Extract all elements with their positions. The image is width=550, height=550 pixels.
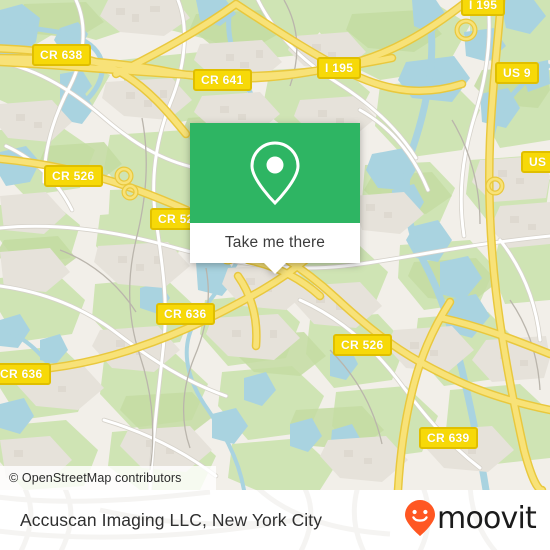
road-shield-label: CR 636 — [164, 307, 207, 321]
road-shield-cr-641: CR 641 — [193, 69, 252, 91]
footer-bar: Accuscan Imaging LLC, New York City moov… — [0, 490, 550, 550]
road-shield-label: CR 638 — [40, 48, 83, 62]
road-shield-us-9: US 9 — [495, 62, 539, 84]
take-me-there-button[interactable]: Take me there — [190, 223, 360, 263]
moovit-wordmark: moovit — [437, 501, 537, 536]
road-shield-label: CR 639 — [427, 431, 470, 445]
road-shield-label: CR 526 — [52, 169, 95, 183]
road-shield-cr-639: CR 639 — [419, 427, 478, 449]
road-shield-label: US 9 — [503, 66, 531, 80]
take-me-there-label: Take me there — [224, 234, 326, 251]
road-shield-cr-636-b: CR 636 — [0, 363, 51, 385]
moovit-map-screenshot: CR 638 CR 641 I 195 I 195 US 9 CR 526 US 9 CR 5… — [0, 0, 550, 550]
moovit-pin-smiley-icon — [404, 499, 436, 542]
road-shield-cr-526-c: CR 526 — [333, 334, 392, 356]
popup-tail — [264, 263, 286, 274]
road-shield-label: CR 636 — [0, 367, 43, 381]
location-popup-card[interactable]: Take me there — [190, 123, 360, 274]
road-shield-cr-526-a: CR 526 — [44, 165, 103, 187]
place-title: Accuscan Imaging LLC, New York City — [20, 509, 323, 530]
road-shield-i-195: I 195 — [317, 57, 362, 79]
road-shield-label: I 195 — [469, 0, 498, 12]
footer-content: Accuscan Imaging LLC, New York City moov… — [0, 490, 550, 550]
osm-attribution: © OpenStreetMap contributors — [0, 466, 216, 490]
osm-attribution-text: © OpenStreetMap contributors — [9, 471, 182, 485]
map-pin-icon — [249, 140, 301, 206]
road-shield-us-9-b: US 9 — [521, 151, 550, 173]
road-shield-i-195-top: I 195 — [461, 0, 506, 16]
moovit-brand[interactable]: moovit — [404, 499, 537, 542]
road-shield-label: I 195 — [325, 61, 354, 75]
road-shield-cr-636-a: CR 636 — [156, 303, 215, 325]
road-shield-label: CR 641 — [201, 73, 244, 87]
popup-header — [190, 123, 360, 223]
road-shield-cr-638: CR 638 — [32, 44, 91, 66]
road-shield-label: CR 526 — [341, 338, 384, 352]
road-shield-label: US 9 — [529, 155, 550, 169]
